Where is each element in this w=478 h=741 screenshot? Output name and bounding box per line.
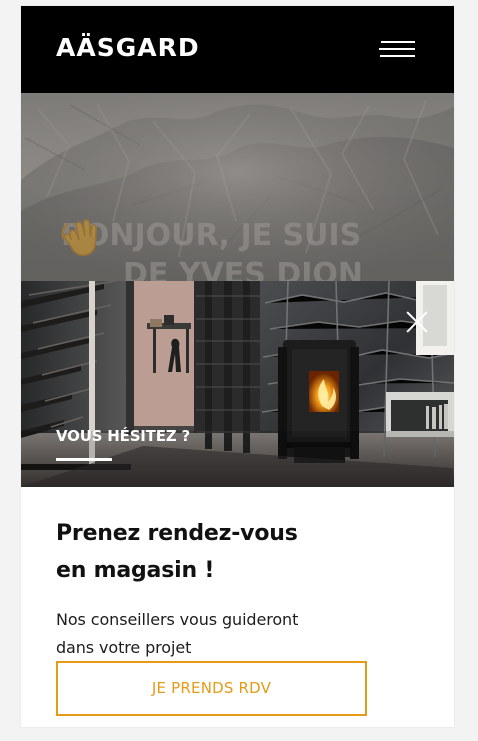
site-header: AÄSGARD: [21, 6, 454, 93]
popup-heading-line-2: en magasin !: [56, 558, 215, 583]
hero-banner: BONJOUR , JE SUIS DE YVES DION: [21, 93, 454, 281]
showroom-stove-illustration: [21, 281, 454, 487]
waving-hand-icon: [61, 219, 97, 256]
popup-description-line-2: dans votre projet: [56, 638, 192, 657]
popup-heading-line-1: Prenez rendez-vous: [56, 521, 298, 546]
popup-description: Nos conseillers vous guideront dans votr…: [56, 606, 356, 662]
menu-line-bottom: [380, 55, 415, 57]
hero-title-rest: , JE SUIS: [218, 218, 362, 253]
hamburger-menu-icon[interactable]: [379, 39, 415, 61]
showroom-image: VOUS HÉSITEZ ?: [21, 281, 454, 487]
close-icon[interactable]: [406, 311, 428, 333]
brand-logo[interactable]: AÄSGARD: [56, 33, 200, 63]
appointment-popup: VOUS HÉSITEZ ? Prenez rendez-vous en mag…: [21, 281, 454, 727]
hero-title: BONJOUR , JE SUIS DE YVES DION: [61, 218, 421, 282]
hero-title-second-line: DE YVES DION: [123, 257, 363, 282]
popup-eyebrow: VOUS HÉSITEZ ?: [56, 427, 190, 445]
menu-line-middle: [379, 48, 415, 50]
menu-line-top: [381, 41, 415, 43]
book-appointment-button[interactable]: JE PRENDS RDV: [56, 661, 367, 716]
mobile-page-frame: AÄSGARD BONJOUR , JE SUIS DE YVES DION V…: [21, 6, 454, 727]
eyebrow-underline: [56, 458, 112, 461]
popup-heading: Prenez rendez-vous en magasin !: [56, 515, 356, 589]
popup-description-line-1: Nos conseillers vous guideront: [56, 610, 299, 629]
